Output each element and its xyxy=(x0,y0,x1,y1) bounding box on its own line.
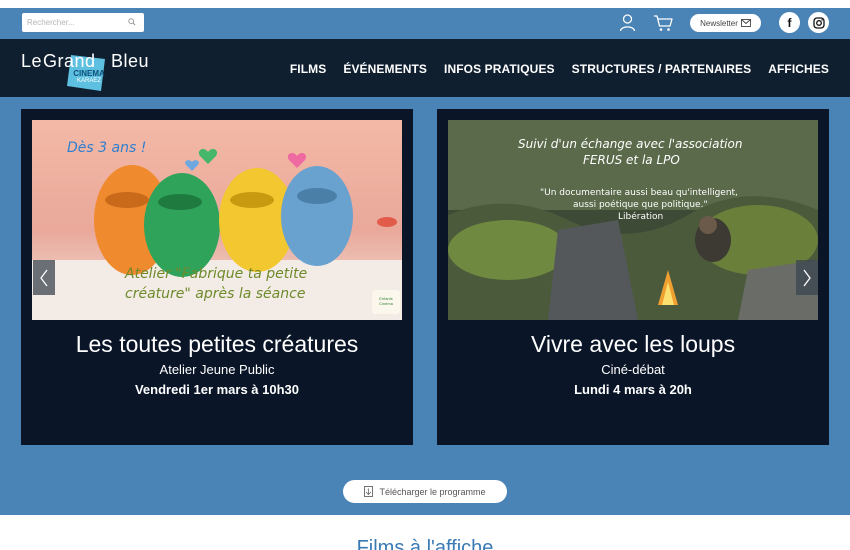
event-date: Lundi 4 mars à 20h xyxy=(574,382,692,397)
image-echange-line1: Suivi d'un échange avec l'association xyxy=(518,137,743,151)
hero-carousel: Dès 3 ans ! Atelier "Fabrique ta petite … xyxy=(0,97,850,515)
search-icon[interactable] xyxy=(128,18,136,26)
image-atelier-line1: Atelier "Fabrique ta petite xyxy=(125,266,308,282)
top-strip xyxy=(0,0,850,8)
user-account-icon[interactable] xyxy=(619,14,636,32)
nav-item-structures-partenaires[interactable]: STRUCTURES / PARTENAIRES xyxy=(572,62,752,76)
event-title[interactable]: Vivre avec les loups xyxy=(437,331,829,358)
utility-bar: Newsletter f xyxy=(0,8,850,39)
logo-cinema: CINEMA xyxy=(73,69,105,78)
main-navbar: Le Grand Bleu CINEMA KARAEZ FILMS ÉVÉNEM… xyxy=(0,39,850,97)
event-subtitle: Ciné-débat xyxy=(601,362,665,377)
site-logo[interactable]: Le Grand Bleu CINEMA KARAEZ xyxy=(21,47,161,95)
event-card[interactable]: Dès 3 ans ! Atelier "Fabrique ta petite … xyxy=(21,109,413,445)
carousel-next-button[interactable] xyxy=(796,260,818,295)
image-logo-text: Enfants Cinéma xyxy=(379,296,393,306)
envelope-icon xyxy=(740,19,751,27)
download-program-button[interactable]: Télécharger le programme xyxy=(343,480,507,503)
event-date: Vendredi 1er mars à 10h30 xyxy=(134,382,300,397)
image-echange-line2: FERUS et la LPO xyxy=(583,153,680,167)
nav-item-evenements[interactable]: ÉVÉNEMENTS xyxy=(343,62,427,76)
logo-word-le: Le xyxy=(21,51,43,71)
section-title: Films à l'affiche xyxy=(356,537,494,550)
logo-word-bleu: Bleu xyxy=(111,51,150,71)
download-program-label: Télécharger le programme xyxy=(379,486,486,497)
image-age-text: Dès 3 ans ! xyxy=(67,140,147,156)
chevron-left-icon xyxy=(40,269,48,286)
image-atelier-line2: créature" après la séance xyxy=(125,286,306,302)
search-input[interactable] xyxy=(27,15,122,30)
nav-item-infos-pratiques[interactable]: INFOS PRATIQUES xyxy=(444,62,555,76)
instagram-icon[interactable] xyxy=(808,12,829,33)
nav-item-affiches[interactable]: AFFICHES xyxy=(768,62,829,76)
facebook-icon[interactable]: f xyxy=(779,12,800,33)
event-image-creatures[interactable]: Dès 3 ans ! Atelier "Fabrique ta petite … xyxy=(32,120,402,320)
event-subtitle: Atelier Jeune Public xyxy=(159,362,275,377)
chevron-right-icon xyxy=(803,269,811,286)
search-box[interactable] xyxy=(22,13,144,32)
cart-icon[interactable] xyxy=(653,14,673,32)
image-quote-line2: aussi poétique que politique." xyxy=(573,200,708,210)
newsletter-label: Newsletter xyxy=(700,18,738,28)
newsletter-button[interactable]: Newsletter xyxy=(690,14,761,32)
event-image-loups[interactable]: Suivi d'un échange avec l'association FE… xyxy=(448,120,818,320)
document-icon xyxy=(364,486,374,497)
logo-city: KARAEZ xyxy=(76,78,101,84)
image-quote-line1: "Un documentaire aussi beau qu'intellige… xyxy=(540,188,738,198)
event-card[interactable]: Suivi d'un échange avec l'association FE… xyxy=(437,109,829,445)
main-menu: FILMS ÉVÉNEMENTS INFOS PRATIQUES STRUCTU… xyxy=(290,62,829,76)
image-quote-source: Libération xyxy=(618,212,664,222)
nav-item-films[interactable]: FILMS xyxy=(290,62,327,76)
carousel-prev-button[interactable] xyxy=(33,260,55,295)
event-title[interactable]: Les toutes petites créatures xyxy=(21,331,413,358)
